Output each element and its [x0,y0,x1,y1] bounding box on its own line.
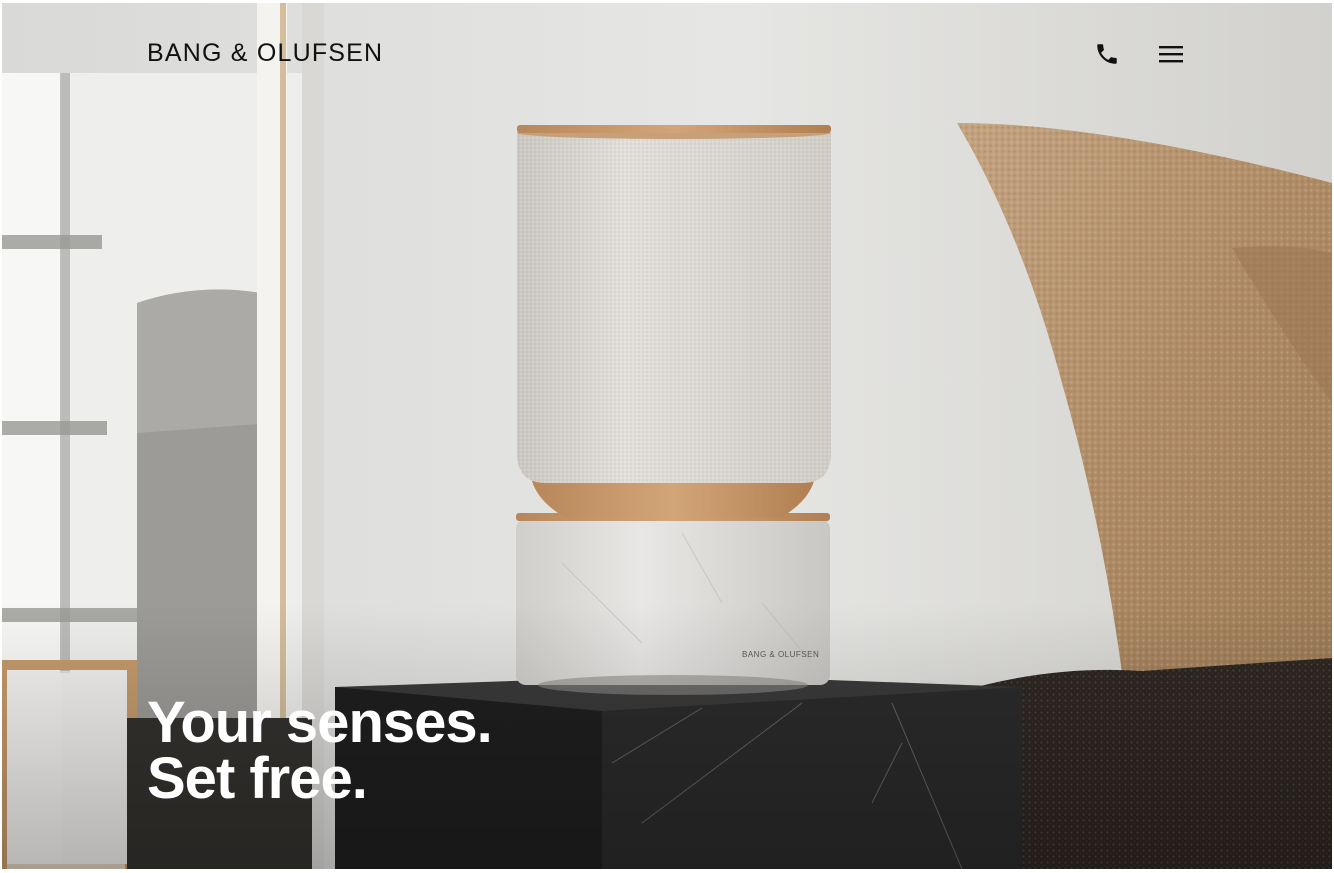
phone-button[interactable] [1092,39,1122,69]
headline-line-1: Your senses. [147,690,493,755]
brand-logo[interactable]: BANG & OLUFSEN [147,39,383,68]
hamburger-menu-icon [1159,46,1183,63]
menu-button[interactable] [1156,39,1186,69]
phone-icon [1097,44,1117,64]
hero-headline: Your senses. Set free. [147,690,493,811]
hero-frame: BANG & OLUFSEN BANG & OLUFSEN Your sense… [2,3,1332,869]
site-header: BANG & OLUFSEN [2,3,1332,103]
headline-line-2: Set free. [147,746,368,811]
product-logo-badge: BANG & OLUFSEN [742,650,820,659]
